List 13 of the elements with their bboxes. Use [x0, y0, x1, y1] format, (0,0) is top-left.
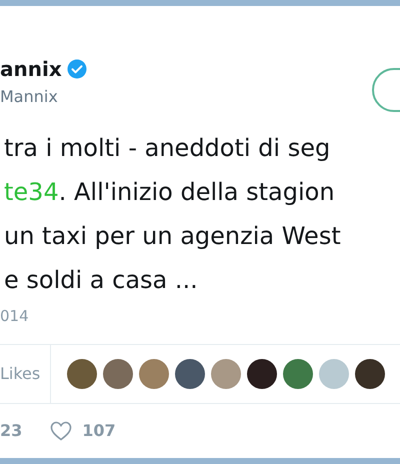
action-count: 23 [0, 420, 22, 442]
hashtag-link[interactable]: te34 [4, 178, 59, 206]
avatar[interactable] [247, 359, 277, 389]
tweet-text: tra i molti - aneddoti di seg te34. All'inizio della stagion un taxi per un agenzia West e soldi a casa ... [3, 133, 342, 296]
heart-icon[interactable] [50, 421, 72, 441]
like-count: 107 [82, 420, 116, 442]
author-handle[interactable]: Mannix [0, 86, 87, 108]
likes-label[interactable]: Likes [0, 362, 50, 386]
avatar[interactable] [355, 359, 385, 389]
tweet-date: 014 [0, 306, 30, 326]
avatar[interactable] [175, 359, 205, 389]
avatar[interactable] [67, 359, 97, 389]
author-name[interactable]: annix [0, 56, 62, 82]
